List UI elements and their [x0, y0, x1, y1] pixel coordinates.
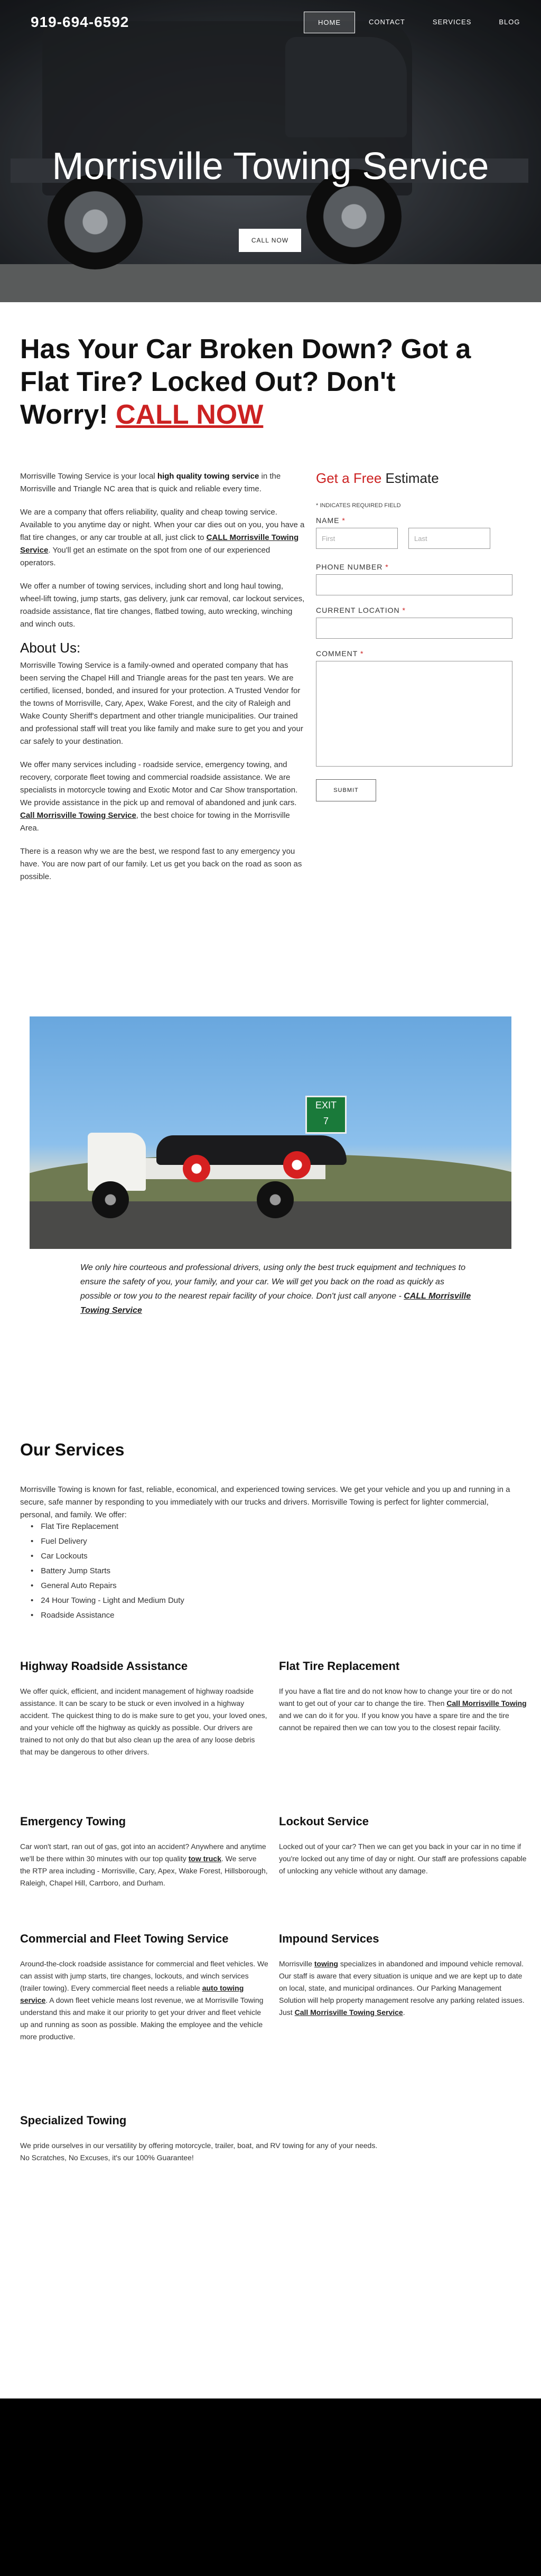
label-text: NAME — [316, 516, 342, 525]
intro-text: . You'll get an estimate on the spot fro… — [20, 546, 270, 567]
tow-truck-photo: EXIT 7 — [30, 1016, 511, 1249]
list-item: General Auto Repairs — [31, 1579, 184, 1593]
card-text: No Scratches, No Excuses, it's our 100% … — [20, 2153, 194, 2162]
footer — [0, 2398, 541, 2576]
card-text-part: Morrisville — [279, 1959, 314, 1968]
main-headline: Has Your Car Broken Down? Got a Flat Tir… — [20, 333, 474, 431]
first-name-input[interactable]: First — [316, 528, 398, 549]
label-text: CURRENT LOCATION — [316, 606, 403, 614]
nav-services[interactable]: SERVICES — [419, 12, 486, 33]
card-title: Lockout Service — [279, 1815, 369, 1828]
estimate-form: Get a Free Estimate * INDICATES REQUIRED… — [316, 470, 522, 801]
service-card-emergency: Emergency Towing Car won't start, ran ou… — [20, 1814, 268, 1889]
nav-home[interactable]: HOME — [304, 12, 355, 33]
card-text-part: and we can do it for you. If you know yo… — [279, 1711, 509, 1732]
towing-link[interactable]: towing — [314, 1959, 338, 1968]
list-item: Roadside Assistance — [31, 1608, 184, 1623]
services-intro: Morrisville Towing is known for fast, re… — [20, 1485, 510, 1519]
intro-section: Morrisville Towing Service is your local… — [20, 470, 305, 894]
card-text: Locked out of your car? Then we can get … — [279, 1842, 527, 1875]
service-card-lockout: Lockout Service Locked out of your car? … — [279, 1814, 527, 1877]
intro-paragraph: We offer a number of towing services, in… — [20, 582, 305, 629]
nav-contact[interactable]: CONTACT — [355, 12, 419, 33]
service-card-specialized: Specialized Towing We pride ourselves in… — [20, 2113, 522, 2164]
service-card-commercial: Commercial and Fleet Towing Service Arou… — [20, 1931, 268, 2043]
exit-sign-text: EXIT — [315, 1100, 337, 1110]
required-note: * INDICATES REQUIRED FIELD — [316, 502, 401, 509]
comment-label: COMMENT * — [316, 649, 522, 658]
call-link[interactable]: Call Morrisville Towing Service — [295, 2008, 403, 2017]
required-asterisk: * — [360, 649, 364, 658]
about-paragraph: There is a reason why we are the best, w… — [20, 847, 302, 881]
nav-blog[interactable]: BLOG — [485, 12, 534, 33]
required-asterisk: * — [385, 563, 389, 571]
form-title-rest: Estimate — [381, 470, 439, 486]
truck-wheel — [92, 1181, 129, 1218]
intro-paragraph: Morrisville Towing Service is your local… — [20, 470, 305, 496]
card-text-part: . A down fleet vehicle means lost revenu… — [20, 1996, 264, 2041]
truck-wheel — [257, 1181, 294, 1218]
hero-banner: 919-694-6592 HOME CONTACT SERVICES BLOG … — [0, 0, 541, 302]
headline-call-link[interactable]: CALL NOW — [116, 399, 263, 430]
card-title: Flat Tire Replacement — [279, 1659, 400, 1673]
list-item: Fuel Delivery — [31, 1534, 184, 1549]
phone-label: PHONE NUMBER * — [316, 563, 522, 571]
card-title: Highway Roadside Assistance — [20, 1659, 188, 1673]
service-card-highway: Highway Roadside Assistance We offer qui… — [20, 1659, 268, 1758]
intro-paragraph: We are a company that offers reliability… — [20, 506, 305, 570]
about-paragraph: We offer many services including - roads… — [20, 759, 305, 835]
service-card-impound: Impound Services Morrisville towing spec… — [279, 1931, 527, 2019]
last-name-input[interactable]: Last — [408, 528, 490, 549]
exit-sign-number: 7 — [323, 1116, 329, 1126]
exit-sign: EXIT 7 — [305, 1096, 347, 1134]
hero-title: Morrisville Towing Service — [52, 145, 489, 188]
about-paragraph: Morrisville Towing Service is a family-o… — [20, 661, 303, 746]
services-heading: Our Services — [20, 1440, 125, 1459]
card-text: Car won't start, ran out of gas, got int… — [20, 1841, 268, 1889]
tow-truck-link[interactable]: tow truck — [189, 1854, 221, 1863]
list-item: Car Lockouts — [31, 1549, 184, 1564]
location-label: CURRENT LOCATION * — [316, 606, 522, 614]
car-wheel — [283, 1151, 311, 1179]
card-title: Specialized Towing — [20, 2114, 127, 2127]
form-title-red: Get a Free — [316, 470, 382, 486]
card-text: Around-the-clock roadside assistance for… — [20, 1958, 268, 2043]
intro-bold: high quality towing service — [157, 472, 259, 481]
card-title: Emergency Towing — [20, 1815, 126, 1828]
call-link[interactable]: Call Morrisville Towing Service — [20, 811, 136, 820]
submit-button[interactable]: SUBMIT — [316, 779, 376, 801]
card-title: Impound Services — [279, 1932, 379, 1945]
phone-input[interactable] — [316, 574, 512, 595]
list-item: Battery Jump Starts — [31, 1564, 184, 1579]
services-list: Flat Tire Replacement Fuel Delivery Car … — [31, 1519, 184, 1623]
label-text: COMMENT — [316, 649, 360, 658]
card-text: Morrisville towing specializes in abando… — [279, 1958, 527, 2019]
call-now-button[interactable]: CALL NOW — [239, 229, 301, 252]
service-card-flat-tire: Flat Tire Replacement If you have a flat… — [279, 1659, 527, 1734]
card-text: We pride ourselves in our versatility by… — [20, 2141, 378, 2150]
card-text-part: . — [403, 2008, 405, 2017]
location-input[interactable] — [316, 618, 512, 639]
required-asterisk: * — [342, 516, 346, 525]
car-wheel — [183, 1155, 210, 1182]
comment-textarea[interactable] — [316, 661, 512, 767]
label-text: PHONE NUMBER — [316, 563, 386, 571]
required-asterisk: * — [402, 606, 406, 614]
quote-text: We only hire courteous and professional … — [80, 1261, 471, 1318]
call-link[interactable]: Call Morrisville Towing — [446, 1699, 526, 1707]
card-title: Commercial and Fleet Towing Service — [20, 1932, 229, 1945]
about-text: We offer many services including - roads… — [20, 760, 298, 807]
card-text: We offer quick, efficient, and incident … — [20, 1687, 267, 1756]
main-nav: HOME CONTACT SERVICES BLOG — [304, 12, 534, 33]
phone-number[interactable]: 919-694-6592 — [31, 14, 129, 31]
name-label: NAME * — [316, 516, 522, 525]
list-item: Flat Tire Replacement — [31, 1519, 184, 1534]
intro-text: Morrisville Towing Service is your local — [20, 472, 157, 481]
list-item: 24 Hour Towing - Light and Medium Duty — [31, 1593, 184, 1608]
card-text: If you have a flat tire and do not know … — [279, 1685, 527, 1734]
about-heading: About Us: — [20, 640, 81, 656]
form-title: Get a Free Estimate — [316, 470, 522, 487]
